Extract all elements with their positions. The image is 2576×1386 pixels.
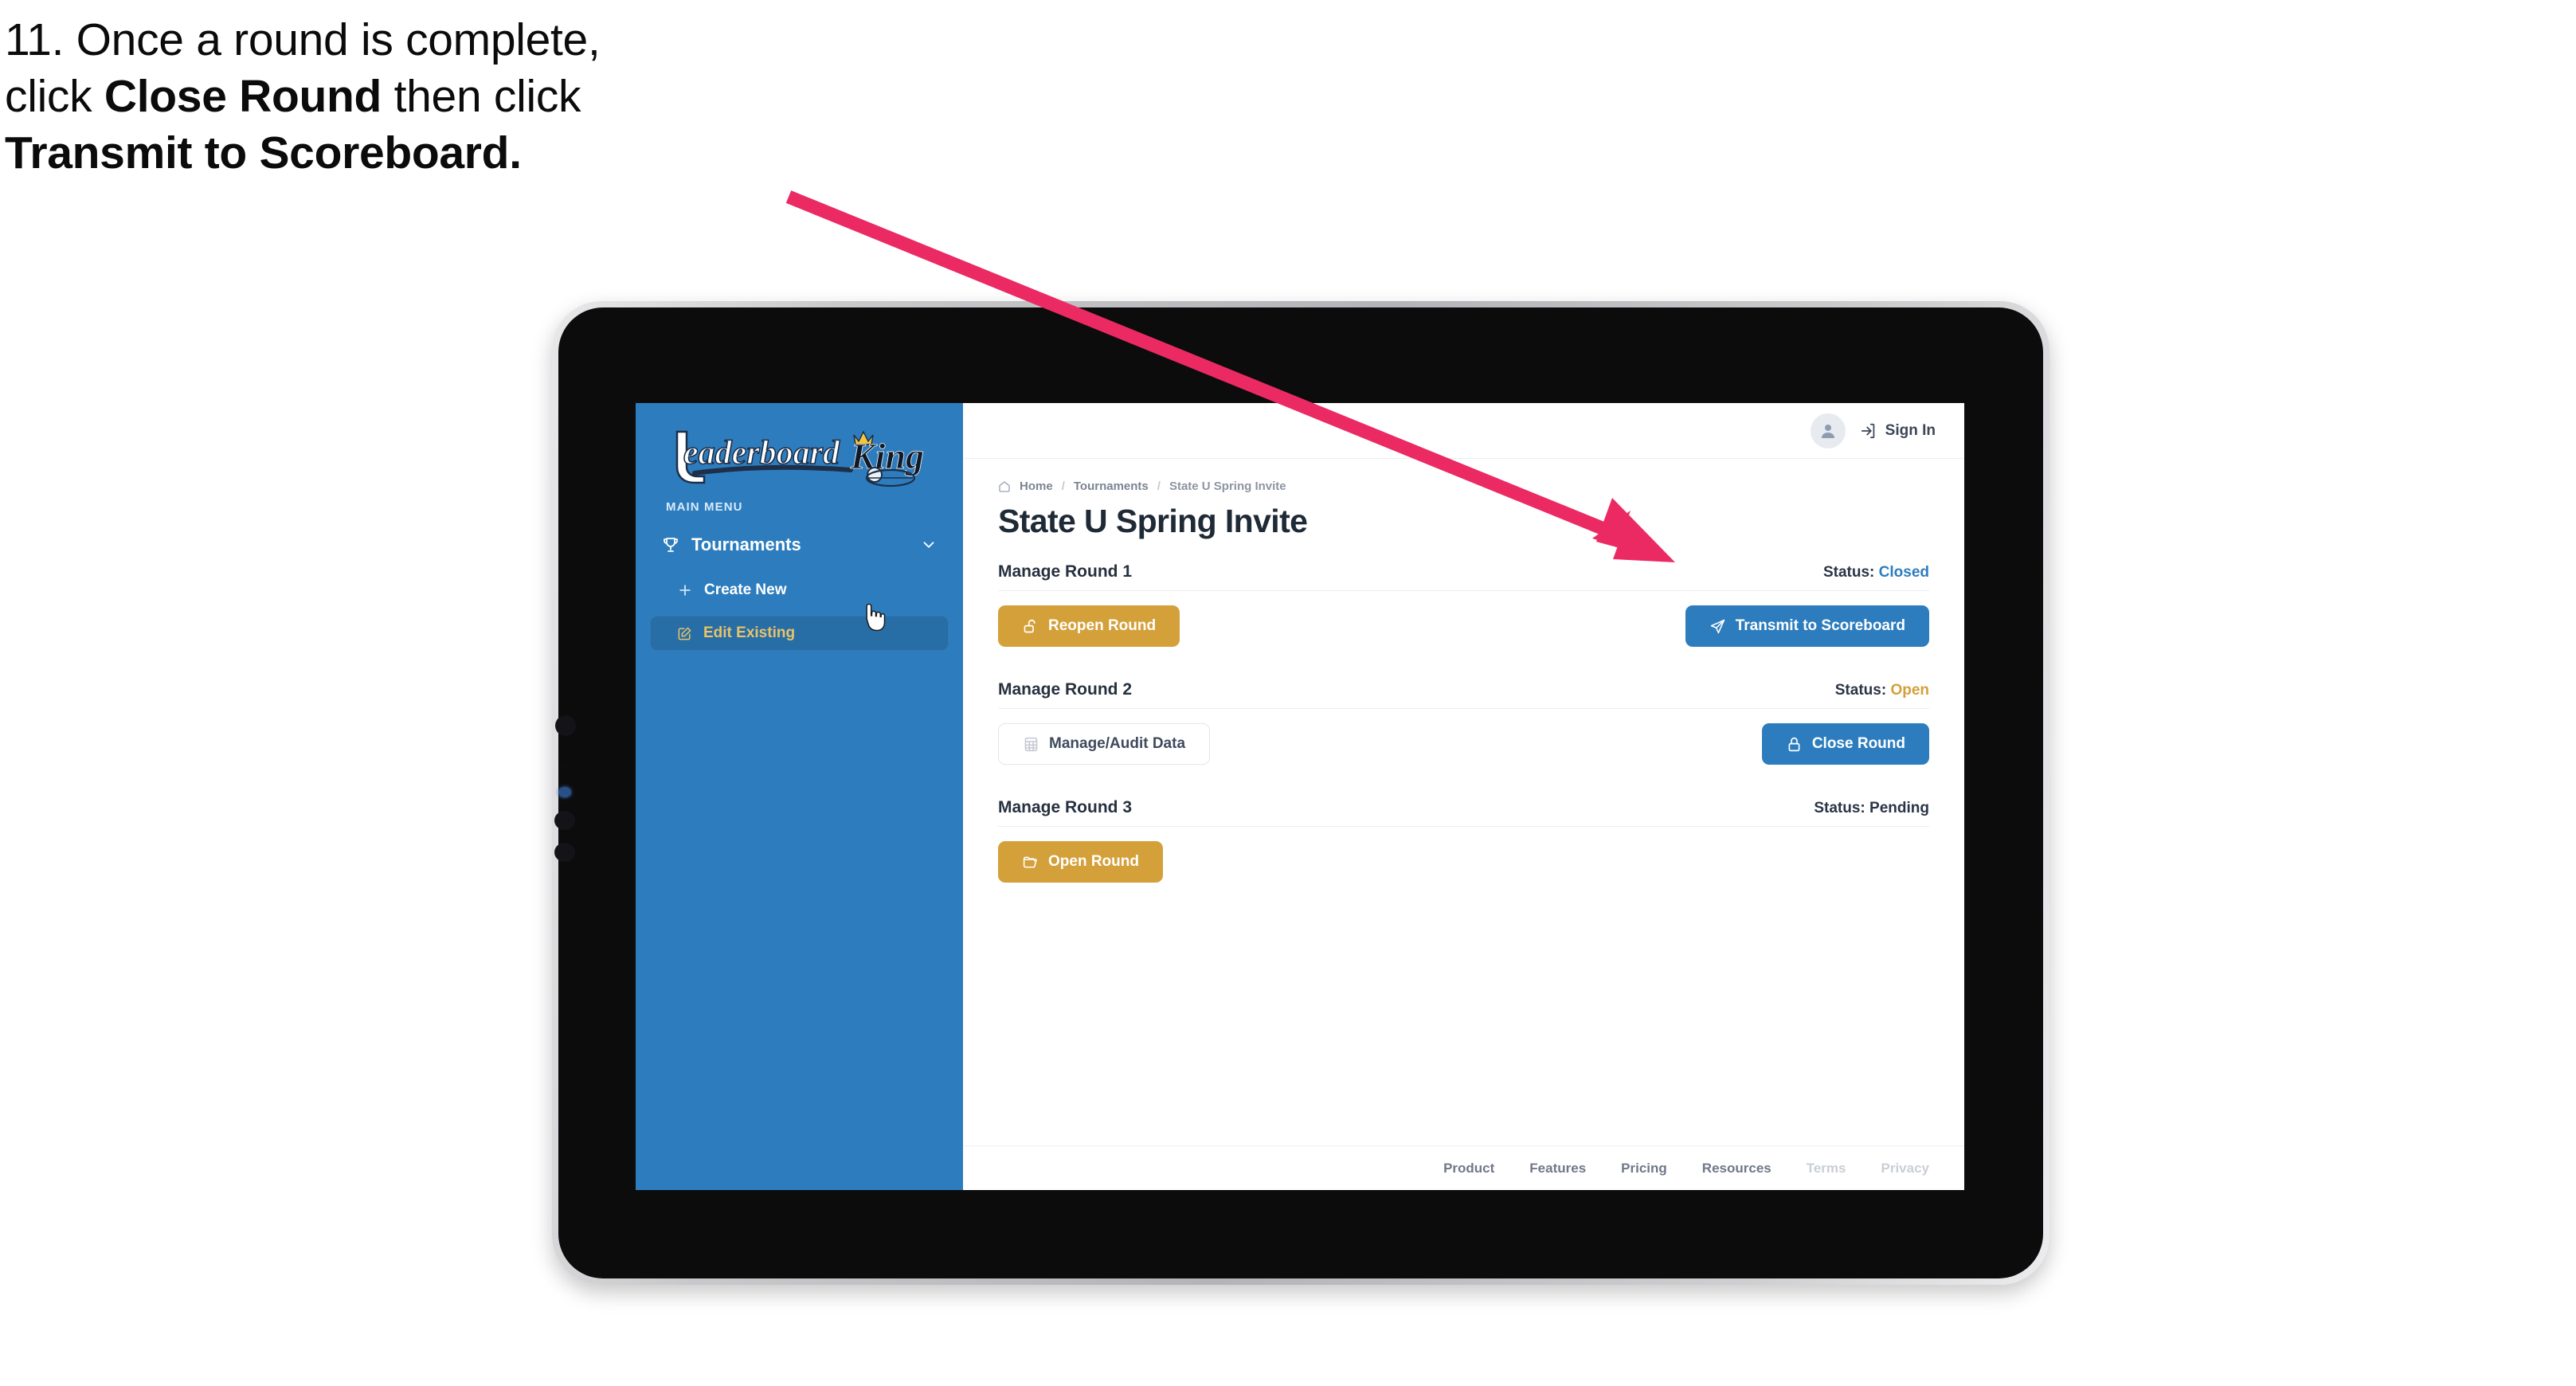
footer-link-terms[interactable]: Terms <box>1807 1161 1846 1177</box>
open-folder-icon <box>1022 854 1039 871</box>
bezel-sensor <box>554 811 575 830</box>
footer: Product Features Pricing Resources Terms… <box>963 1145 1964 1190</box>
avatar[interactable] <box>1810 413 1846 448</box>
round-1-title: Manage Round 1 <box>998 562 1133 581</box>
bezel-sensor <box>555 715 576 736</box>
plus-icon <box>677 582 693 598</box>
caption-line-2-pre: click <box>5 71 104 122</box>
user-avatar-icon <box>1821 424 1834 438</box>
round-section-3: Manage Round 3 Status: Pending Open Roun… <box>998 798 1929 883</box>
caption-line-2-bold: Close Round <box>104 71 382 122</box>
bezel-sensor-small <box>562 763 569 770</box>
sign-in-label: Sign In <box>1885 421 1936 439</box>
transmit-to-scoreboard-button[interactable]: Transmit to Scoreboard <box>1685 605 1929 647</box>
round-1-status-label: Status: <box>1822 564 1875 581</box>
brand-logo[interactable]: eaderboard King <box>636 403 963 492</box>
leaderboard-king-logo-icon: eaderboard King <box>663 427 926 489</box>
close-round-button[interactable]: Close Round <box>1761 723 1929 765</box>
chevron-down-icon[interactable] <box>920 536 938 554</box>
trophy-icon <box>661 535 680 554</box>
transmit-to-scoreboard-label: Transmit to Scoreboard <box>1735 617 1905 634</box>
round-1-status: Status: Closed <box>1823 564 1929 581</box>
lock-icon <box>1786 736 1803 753</box>
open-round-label: Open Round <box>1048 853 1139 870</box>
round-3-actions: Open Round <box>998 827 1929 883</box>
caption-line-3: Transmit to Scoreboard. <box>5 131 881 176</box>
round-2-status: Status: Open <box>1835 682 1929 699</box>
breadcrumb-item-current: State U Spring Invite <box>1169 480 1286 493</box>
breadcrumb-item-tournaments[interactable]: Tournaments <box>1074 480 1149 493</box>
footer-link-privacy[interactable]: Privacy <box>1881 1161 1930 1177</box>
round-3-header: Manage Round 3 Status: Pending <box>998 798 1929 827</box>
round-section-1: Manage Round 1 Status: Closed Reopen Rou… <box>998 562 1929 647</box>
home-icon[interactable] <box>998 480 1011 493</box>
content-area: Sign In Home / Tournaments / State U Spr… <box>963 403 1964 1190</box>
round-3-status: Status: Pending <box>1814 800 1929 817</box>
sidebar: eaderboard King MAIN MENU Tournaments Cr… <box>636 403 963 1190</box>
application-window: eaderboard King MAIN MENU Tournaments Cr… <box>636 403 1964 1190</box>
round-3-status-value: Pending <box>1869 800 1929 816</box>
pencil-square-icon <box>677 626 692 641</box>
round-3-status-label: Status: <box>1814 800 1865 816</box>
table-grid-icon <box>1023 736 1039 753</box>
breadcrumb: Home / Tournaments / State U Spring Invi… <box>998 480 1929 503</box>
topbar: Sign In <box>963 403 1964 459</box>
bezel-sensor <box>554 843 575 862</box>
round-1-actions: Reopen Round Transmit to Scoreboard <box>998 591 1929 647</box>
sidebar-item-edit-existing-label: Edit Existing <box>703 624 796 641</box>
caption-line-1: 11. Once a round is complete, <box>5 14 601 65</box>
close-round-label: Close Round <box>1811 735 1905 752</box>
unlock-icon <box>1022 618 1039 635</box>
breadcrumb-separator: / <box>1061 480 1065 493</box>
breadcrumb-item-home[interactable]: Home <box>1020 480 1053 493</box>
round-2-title: Manage Round 2 <box>998 680 1133 699</box>
open-round-button[interactable]: Open Round <box>998 841 1163 883</box>
paper-plane-icon <box>1709 618 1726 635</box>
sidebar-item-edit-existing[interactable]: Edit Existing <box>650 616 949 651</box>
round-3-title: Manage Round 3 <box>998 798 1133 816</box>
round-2-actions: Manage/Audit Data Close Round <box>998 709 1929 765</box>
instruction-caption: 11. Once a round is complete, click Clos… <box>5 18 881 187</box>
main-panel: Home / Tournaments / State U Spring Invi… <box>963 459 1964 1145</box>
sidebar-item-create-new[interactable]: Create New <box>650 573 949 608</box>
footer-link-pricing[interactable]: Pricing <box>1621 1161 1667 1177</box>
logo-svg: eaderboard King <box>675 430 924 487</box>
footer-link-product[interactable]: Product <box>1443 1161 1494 1177</box>
sidebar-section-label: MAIN MENU <box>666 500 743 514</box>
sidebar-item-tournaments-label: Tournaments <box>691 534 801 554</box>
tablet-screen: eaderboard King MAIN MENU Tournaments Cr… <box>636 403 1964 1190</box>
sign-in-icon <box>1860 422 1877 440</box>
footer-link-features[interactable]: Features <box>1529 1161 1586 1177</box>
breadcrumb-separator: / <box>1157 480 1161 493</box>
reopen-round-button[interactable]: Reopen Round <box>998 605 1180 647</box>
tablet-device-frame: eaderboard King MAIN MENU Tournaments Cr… <box>552 301 2049 1285</box>
manage-audit-data-button[interactable]: Manage/Audit Data <box>998 723 1211 765</box>
reopen-round-label: Reopen Round <box>1048 617 1157 634</box>
bezel-led-indicator <box>558 787 571 797</box>
page-title: State U Spring Invite <box>998 503 1308 539</box>
round-2-header: Manage Round 2 Status: Open <box>998 680 1929 709</box>
round-1-header: Manage Round 1 Status: Closed <box>998 562 1929 591</box>
caption-line-2: click Close Round then click <box>5 74 881 119</box>
round-2-status-label: Status: <box>1834 682 1887 699</box>
sidebar-item-create-new-label: Create New <box>704 581 787 598</box>
footer-link-resources[interactable]: Resources <box>1702 1161 1771 1177</box>
round-section-2: Manage Round 2 Status: Open Manage/Audit… <box>998 680 1929 765</box>
caption-line-3-bold: Transmit to Scoreboard. <box>5 127 522 178</box>
screenshot-root: 11. Once a round is complete, click Clos… <box>0 0 2576 1386</box>
round-1-status-value: Closed <box>1878 564 1929 581</box>
mouse-cursor-pointer <box>863 603 891 636</box>
sidebar-item-tournaments[interactable]: Tournaments <box>650 525 949 565</box>
sign-in-button[interactable]: Sign In <box>1860 422 1936 440</box>
manage-audit-data-label: Manage/Audit Data <box>1049 735 1186 752</box>
round-2-status-value: Open <box>1890 682 1929 699</box>
caption-line-2-post: then click <box>382 71 581 122</box>
